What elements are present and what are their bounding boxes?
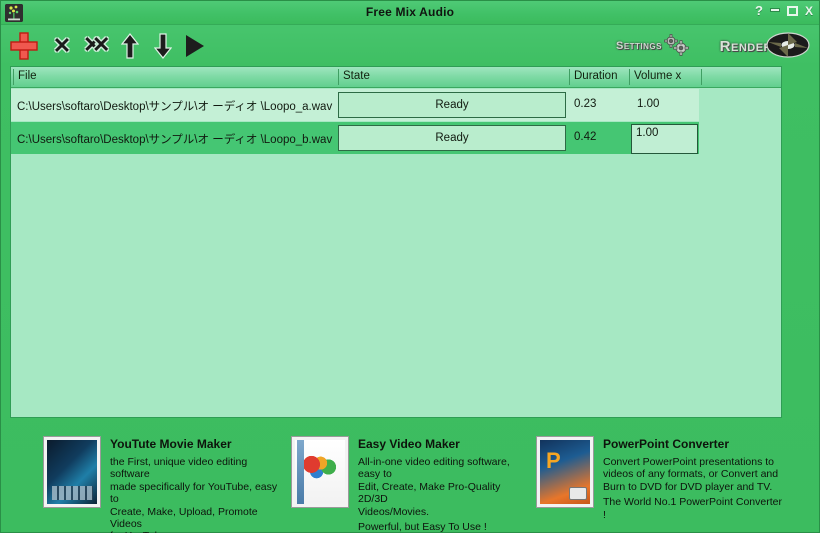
file-list-header: File State Duration Volume x [11, 67, 781, 88]
gear-icon [664, 34, 689, 56]
help-button[interactable]: ? [755, 4, 763, 18]
boxshot-easy-video-maker [291, 436, 349, 508]
settings-button[interactable]: Settings [616, 33, 691, 59]
plus-icon [10, 32, 38, 60]
column-divider[interactable] [629, 69, 630, 85]
close-button[interactable]: X [805, 4, 813, 18]
play-button[interactable] [179, 30, 211, 62]
cell-state[interactable]: Ready [338, 125, 566, 151]
maximize-button[interactable] [786, 6, 798, 16]
ad-title: PowerPoint Converter [603, 437, 730, 451]
promo-banner-area: YouTute Movie Maker the First, unique vi… [1, 425, 820, 533]
cell-file: C:\Users\softaro\Desktop\サンプル\オ ーディオ \Lo… [17, 101, 333, 113]
cell-state[interactable]: Ready [338, 92, 566, 118]
settings-label: Settings [615, 40, 662, 52]
ad-powerpoint-converter[interactable]: PowerPoint Converter Convert PowerPoint … [536, 436, 786, 521]
ad-tagline: The World No.1 PowerPoint Converter ! [603, 496, 782, 521]
arrow-up-icon [121, 33, 139, 59]
window-title: Free Mix Audio [365, 5, 455, 19]
x-icon: ✕ [52, 33, 72, 58]
column-divider[interactable] [701, 69, 702, 85]
remove-file-button[interactable]: ✕ [46, 30, 78, 62]
remove-all-files-button[interactable]: ✕ ✕ [81, 30, 113, 62]
column-divider[interactable] [338, 69, 339, 85]
table-row[interactable]: C:\Users\softaro\Desktop\サンプル\オ ーディオ \Lo… [11, 122, 699, 154]
cell-volume[interactable]: 1.00 [637, 98, 659, 110]
toolbar: ✕ ✕ ✕ Settings Render [1, 25, 819, 66]
column-divider[interactable] [569, 69, 570, 85]
volume-edit-input[interactable]: 1.00 [631, 124, 698, 154]
file-list-panel[interactable]: File State Duration Volume x C:\Users\so… [10, 66, 782, 418]
film-reel-icon [766, 32, 810, 58]
move-up-button[interactable] [114, 30, 146, 62]
boxshot-youtube-movie-maker [43, 436, 101, 508]
minimize-button[interactable] [769, 8, 780, 12]
ad-title: YouTute Movie Maker [110, 437, 232, 451]
move-down-button[interactable] [147, 30, 179, 62]
window-controls: ? X [755, 4, 813, 19]
ad-tagline: Powerful, but Easy To Use ! [358, 521, 487, 533]
file-list-body[interactable]: C:\Users\softaro\Desktop\サンプル\オ ーディオ \Lo… [11, 88, 781, 417]
app-window: Free Mix Audio ? X ✕ ✕ ✕ Settings Render… [0, 0, 820, 533]
column-header-state[interactable]: State [343, 70, 370, 82]
add-file-button[interactable] [8, 30, 40, 62]
title-bar: Free Mix Audio ? X [1, 1, 819, 25]
double-x-icon: ✕ ✕ [83, 32, 111, 57]
ad-body: the First, unique video editing software… [110, 456, 278, 533]
column-header-file[interactable]: File [18, 70, 37, 82]
ad-youtube-movie-maker[interactable]: YouTute Movie Maker the First, unique vi… [43, 436, 283, 533]
column-header-duration[interactable]: Duration [574, 70, 617, 82]
cell-duration: 0.42 [574, 131, 597, 143]
ad-body: All-in-one video editing software, easy … [358, 456, 510, 518]
cell-file: C:\Users\softaro\Desktop\サンプル\オ ーディオ \Lo… [17, 134, 333, 146]
column-divider[interactable] [13, 69, 14, 85]
render-button[interactable]: Render [720, 30, 811, 62]
ad-title: Easy Video Maker [358, 437, 460, 451]
table-row[interactable]: C:\Users\softaro\Desktop\サンプル\オ ーディオ \Lo… [11, 89, 699, 121]
play-icon [186, 35, 204, 57]
arrow-down-icon [154, 33, 172, 59]
cell-duration: 0.23 [574, 98, 597, 110]
boxshot-powerpoint-converter [536, 436, 594, 508]
column-header-volume[interactable]: Volume x [634, 70, 681, 82]
ad-easy-video-maker[interactable]: Easy Video Maker All-in-one video editin… [291, 436, 529, 533]
ad-body: Convert PowerPoint presentations to vide… [603, 456, 779, 493]
